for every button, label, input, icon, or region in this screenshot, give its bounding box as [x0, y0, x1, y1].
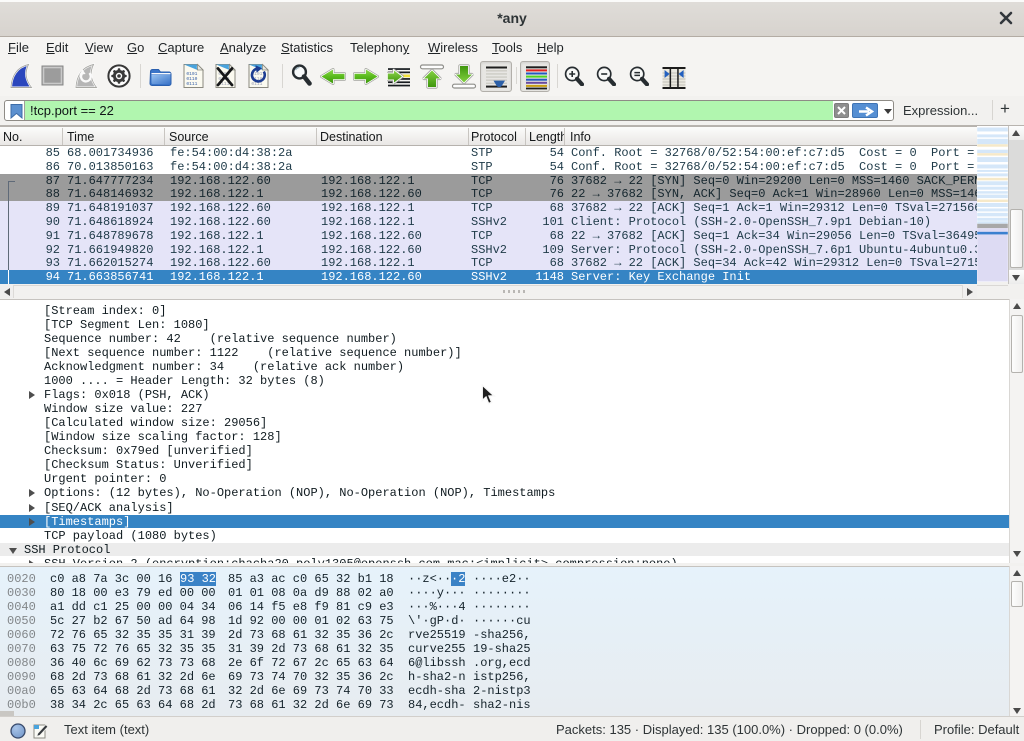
svg-text:0111: 0111 — [186, 81, 197, 87]
